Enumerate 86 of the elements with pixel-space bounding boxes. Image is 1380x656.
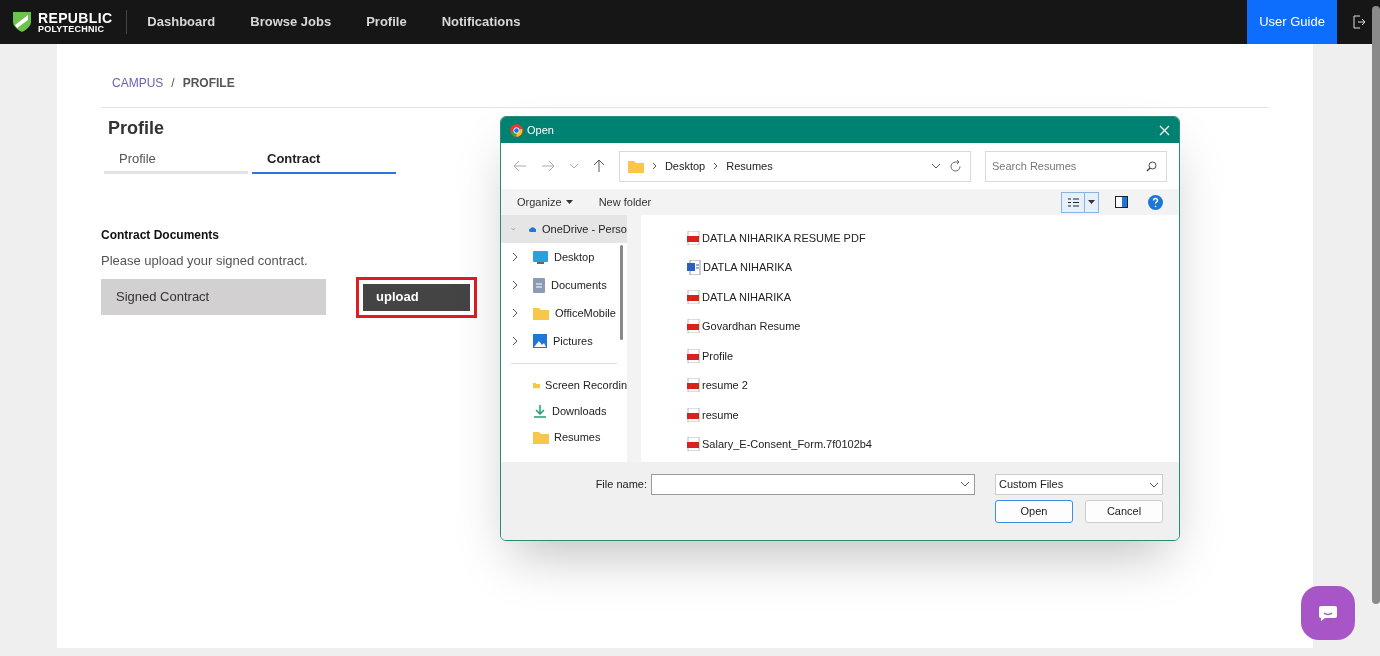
pdf-file-icon (687, 348, 700, 363)
preview-pane-icon[interactable] (1115, 196, 1128, 208)
file-item[interactable]: resume (687, 400, 1179, 430)
pdf-file-icon (687, 378, 700, 393)
file-item[interactable]: Govardhan Resume (687, 311, 1179, 341)
page-title: Profile (108, 117, 164, 140)
path-segment[interactable]: Resumes (726, 157, 773, 175)
nav-link[interactable]: Notifications (441, 12, 521, 32)
new-folder-button[interactable]: New folder (598, 193, 652, 211)
path-separator-icon (651, 162, 657, 170)
breadcrumb-current: PROFILE (182, 75, 235, 92)
close-icon[interactable] (1159, 124, 1170, 136)
path-segment[interactable]: Desktop (664, 157, 706, 175)
upload-button[interactable]: upload (363, 283, 470, 311)
dropdown-icon[interactable] (960, 480, 970, 488)
cancel-button[interactable]: Cancel (1085, 500, 1163, 523)
section-heading: Contract Documents (101, 227, 219, 244)
nav-link[interactable]: Profile (366, 12, 407, 32)
file-item[interactable]: DATLA NIHARIKA (687, 282, 1179, 312)
dropdown-icon[interactable] (1149, 480, 1159, 489)
chevron-right-icon[interactable] (511, 336, 519, 346)
pdf-file-icon (687, 289, 700, 304)
document-label: Signed Contract (101, 279, 326, 315)
chevron-right-icon[interactable] (511, 252, 519, 262)
picture-icon (533, 334, 547, 348)
quick-access-item[interactable]: Resumes (501, 424, 627, 450)
search-icon (1146, 160, 1157, 172)
chat-icon (1318, 605, 1338, 621)
logout-icon[interactable] (1351, 15, 1366, 29)
dialog-title: Open (527, 122, 554, 138)
user-guide-button[interactable]: User Guide (1247, 0, 1337, 44)
document-icon (533, 277, 545, 293)
monitor-icon (533, 250, 548, 264)
navigation-item[interactable]: Documents (501, 271, 627, 299)
shield-logo-icon (12, 11, 32, 33)
upload-hint: Please upload your signed contract. (101, 252, 308, 270)
navigation-item[interactable]: Pictures (501, 327, 627, 355)
up-arrow-icon[interactable] (592, 159, 605, 173)
file-item[interactable]: Salary_E-Consent_Form.7f0102b4 (687, 429, 1179, 459)
navigation-item[interactable]: Desktop (501, 243, 627, 271)
word-file-icon (687, 259, 701, 275)
help-icon[interactable] (1148, 194, 1163, 210)
file-name-label: File name: (595, 477, 647, 493)
chevron-right-icon[interactable] (511, 308, 519, 318)
breadcrumb-separator: / (171, 75, 175, 92)
file-item[interactable]: DATLA NIHARIKA (687, 252, 1179, 282)
folder-icon (533, 430, 549, 444)
breadcrumb-link[interactable]: CAMPUS (112, 74, 164, 92)
tab[interactable]: Profile (104, 146, 248, 174)
navigation-item[interactable]: OfficeMobile (501, 299, 627, 327)
pane-scrollbar[interactable] (620, 245, 623, 340)
address-bar[interactable]: Desktop Resumes (618, 150, 971, 182)
caret-icon (1088, 200, 1095, 204)
logo-subtext: POLYTECHNIC (38, 24, 106, 34)
scrollbar[interactable] (1372, 6, 1380, 604)
path-separator-icon (713, 162, 719, 170)
nav-link[interactable]: Browse Jobs (250, 12, 332, 32)
download-icon (533, 404, 547, 418)
navigation-item[interactable]: OneDrive - Perso (501, 215, 627, 243)
nav-link[interactable]: Dashboard (147, 12, 216, 32)
address-dropdown-icon[interactable] (931, 162, 941, 170)
tab[interactable]: Contract (252, 146, 396, 174)
browser-logo-icon (510, 123, 523, 137)
details-view-icon (1067, 197, 1079, 207)
file-item[interactable]: Profile (687, 341, 1179, 371)
pdf-file-icon (687, 437, 700, 452)
quick-access-item[interactable]: Downloads (501, 398, 627, 424)
refresh-icon[interactable] (949, 159, 962, 173)
chat-button[interactable] (1301, 586, 1355, 640)
address-folder-icon (627, 159, 644, 173)
search-field[interactable]: Search Resumes (985, 150, 1167, 182)
chevron-right-icon[interactable] (511, 280, 519, 290)
file-type-select[interactable]: Custom Files (995, 474, 1163, 495)
file-name-field[interactable] (651, 474, 975, 495)
pdf-file-icon (687, 319, 700, 334)
quick-access-item[interactable]: Screen Recordin (501, 372, 627, 398)
view-toggle[interactable] (1061, 191, 1099, 213)
file-item[interactable]: resume 2 (687, 370, 1179, 400)
pdf-file-icon (687, 407, 700, 422)
pdf-file-icon (687, 230, 700, 245)
logo-text: REPUBLIC (38, 10, 113, 25)
caret-icon (565, 200, 573, 204)
folder-icon (533, 306, 549, 320)
organize-menu[interactable]: Organize (517, 193, 573, 211)
open-button[interactable]: Open (995, 500, 1073, 523)
file-item[interactable]: DATLA NIHARIKA RESUME PDF (687, 223, 1179, 253)
